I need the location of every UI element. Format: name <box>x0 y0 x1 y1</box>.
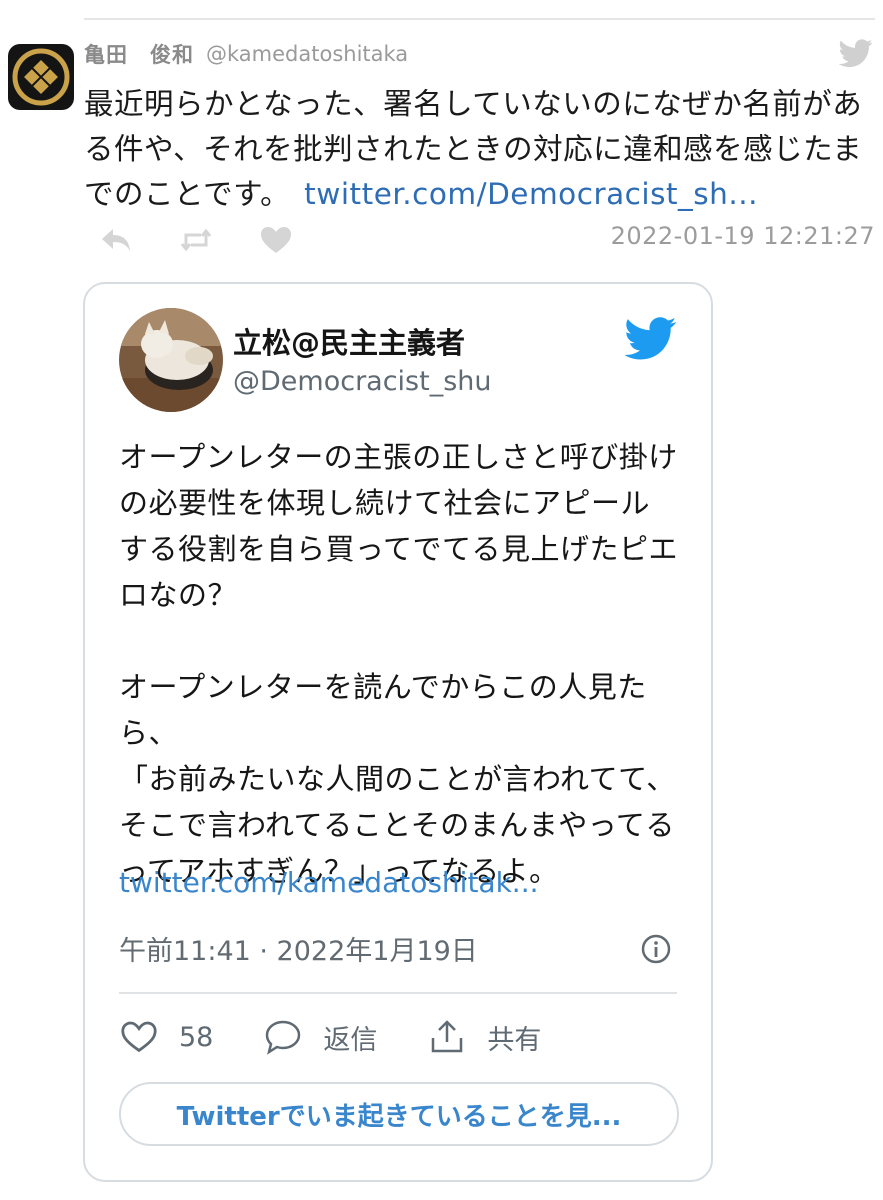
tweet-actions <box>96 220 336 260</box>
author-handle[interactable]: @kamedatoshitaka <box>206 42 408 66</box>
like-action[interactable]: 58 <box>119 1017 213 1057</box>
share-label: 共有 <box>487 1024 542 1056</box>
author-name[interactable]: 亀田 俊和 <box>84 39 194 69</box>
quoted-text: オープンレターの主張の正しさと呼び掛けの必要性を体現し続けて社会にアピールする役… <box>119 440 679 888</box>
speech-bubble-icon <box>263 1017 303 1057</box>
like-count: 58 <box>179 1021 214 1053</box>
quoted-avatar[interactable] <box>119 308 223 412</box>
tweet-link[interactable]: twitter.com/Democracist_sh... <box>304 177 758 211</box>
read-more-button[interactable]: Twitterでいま起きていることを見... <box>119 1082 679 1146</box>
embedded-tweet-card[interactable]: 立松@民主主義者 @Democracist_shu オープンレターの主張の正しさ… <box>83 282 713 1182</box>
tweet-timestamp: 2022-01-19 12:21:27 <box>610 222 875 250</box>
quoted-link[interactable]: twitter.com/kamedatoshitak... <box>119 866 539 899</box>
quoted-date[interactable]: 午前11:41 · 2022年1月19日 <box>119 929 478 968</box>
heart-outline-icon <box>119 1017 159 1057</box>
card-divider <box>119 992 677 994</box>
kamon-crest-icon <box>12 48 70 106</box>
share-action[interactable]: 共有 <box>427 1017 541 1057</box>
heart-icon[interactable] <box>256 220 296 260</box>
quoted-actions: 58 返信 共有 <box>119 1016 591 1058</box>
share-icon <box>427 1017 467 1057</box>
info-icon[interactable] <box>641 934 671 964</box>
retweet-icon[interactable] <box>176 220 216 260</box>
quoted-handle[interactable]: @Democracist_shu <box>233 366 492 397</box>
reply-label: 返信 <box>323 1024 378 1056</box>
twitter-bird-icon[interactable] <box>838 36 873 70</box>
cat-photo-avatar <box>119 308 223 412</box>
reply-action[interactable]: 返信 <box>263 1017 377 1057</box>
reply-icon[interactable] <box>96 220 136 260</box>
quoted-name[interactable]: 立松@民主主義者 <box>233 320 465 362</box>
tweet-text: 最近明らかとなった、署名していないのになぜか名前がある件や、それを批判されたとき… <box>84 82 874 217</box>
twitter-logo-icon[interactable] <box>624 312 677 364</box>
author-row: 亀田 俊和 @kamedatoshitaka <box>84 38 408 70</box>
author-avatar[interactable] <box>8 44 74 110</box>
top-divider <box>84 18 875 20</box>
